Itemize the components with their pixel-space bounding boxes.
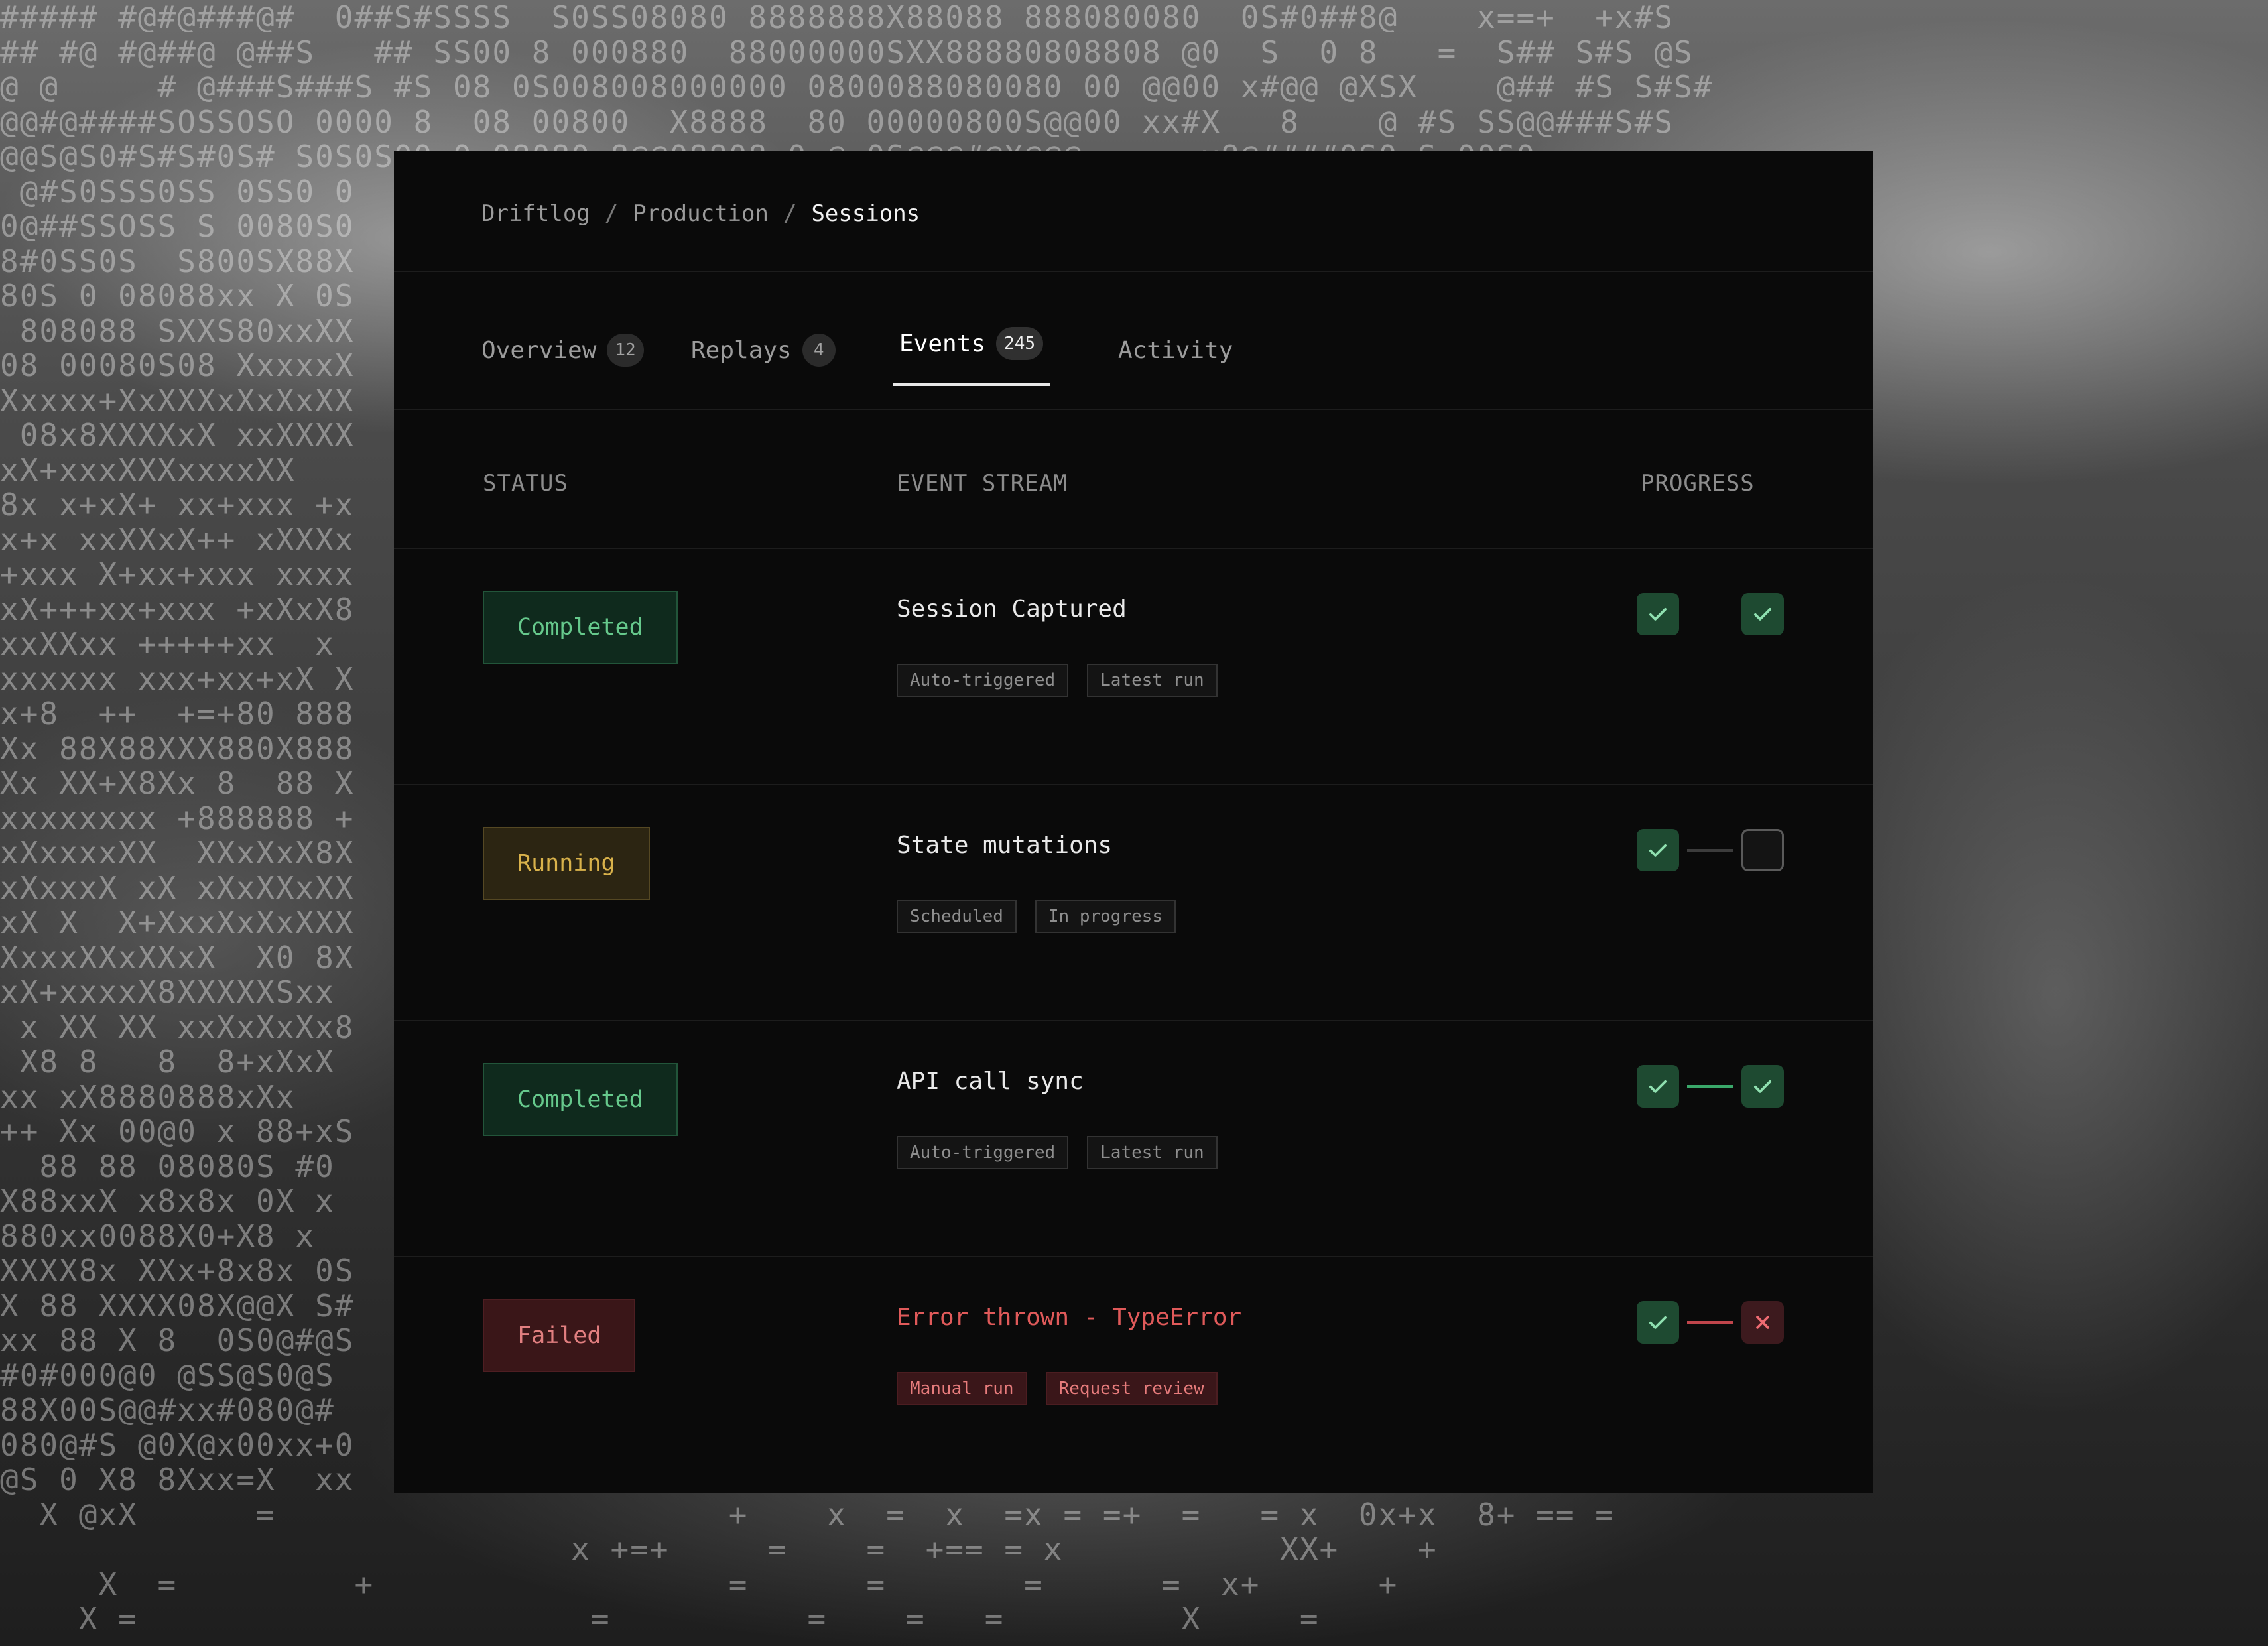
event-tags: Auto-triggered Latest run — [897, 1136, 1218, 1169]
ascii-art-line: ##### #@#@###@# 0##S#SSSS S0SS08080 8888… — [0, 0, 1674, 35]
event-tag: Auto-triggered — [897, 664, 1069, 697]
tab-label: Overview — [481, 336, 597, 364]
status-badge: Completed — [483, 1063, 678, 1136]
status-badge: Failed — [483, 1299, 636, 1372]
tab-overview[interactable]: Overview 12 — [481, 310, 644, 390]
ascii-art-line: @@#@####SOSSOSO 0000 8 08 00800 X8888 80… — [0, 103, 1674, 140]
check-icon — [1637, 1301, 1679, 1344]
breadcrumb-separator: / — [783, 200, 797, 227]
event-title: API call sync — [897, 1068, 1084, 1095]
event-tags: Auto-triggered Latest run — [897, 664, 1218, 697]
event-tag: Manual run — [897, 1372, 1027, 1405]
check-icon — [1637, 593, 1679, 635]
check-icon — [1637, 829, 1679, 871]
check-icon — [1637, 1065, 1679, 1108]
progress-connector — [1687, 1085, 1733, 1088]
progress-steps — [1637, 829, 1784, 871]
event-title: State mutations — [897, 832, 1113, 859]
event-tags: Manual run Request review — [897, 1372, 1218, 1405]
check-icon — [1741, 593, 1784, 635]
tabs-divider — [394, 409, 1873, 410]
ascii-art-line: x +=+ = = +== = x XX+ + — [0, 1531, 1438, 1567]
sessions-panel: Driftlog / Production / Sessions Overvie… — [394, 151, 1873, 1493]
breadcrumb: Driftlog / Production / Sessions — [481, 194, 920, 233]
header-divider — [394, 271, 1873, 272]
event-tag: In progress — [1035, 900, 1176, 933]
event-tag: Latest run — [1087, 664, 1218, 697]
breadcrumb-item-production[interactable]: Production — [633, 200, 769, 227]
progress-connector — [1687, 849, 1733, 852]
empty-box-icon — [1741, 829, 1784, 871]
column-header-status: STATUS — [483, 470, 568, 497]
breadcrumb-separator: / — [604, 200, 619, 227]
status-badge: Running — [483, 827, 650, 900]
event-tag: Request review — [1045, 1372, 1218, 1405]
progress-steps — [1637, 1065, 1784, 1108]
close-icon — [1741, 1301, 1784, 1344]
progress-connector — [1687, 1321, 1733, 1324]
event-tag: Auto-triggered — [897, 1136, 1069, 1169]
column-header-progress: PROGRESS — [1641, 470, 1755, 497]
active-tab-indicator — [893, 383, 1050, 386]
breadcrumb-item-sessions: Sessions — [811, 200, 920, 227]
tab-label: Events — [899, 330, 986, 357]
event-tag: Latest run — [1087, 1136, 1218, 1169]
event-title: Error thrown - TypeError — [897, 1304, 1242, 1331]
tab-label: Replays — [691, 336, 792, 364]
event-title: Session Captured — [897, 596, 1127, 623]
status-badge: Completed — [483, 591, 678, 664]
ascii-art-line: ## #@ #@##@ @##S ## SS00 8 000880 880000… — [0, 34, 1694, 70]
ascii-art-line: X = + = = = = x+ + — [0, 1566, 1399, 1602]
tab-count-badge: 12 — [607, 334, 644, 367]
ascii-art-line: X = = = = = X = — [0, 1601, 1320, 1637]
table-row[interactable]: Completed Session Captured Auto-triggered L… — [394, 549, 1873, 785]
event-tags: Scheduled In progress — [897, 900, 1176, 933]
tab-replays[interactable]: Replays 4 — [691, 310, 836, 390]
tab-count-badge: 245 — [996, 327, 1044, 360]
progress-steps — [1637, 1301, 1784, 1344]
tab-activity[interactable]: Activity — [1118, 310, 1233, 390]
event-tag: Scheduled — [897, 900, 1017, 933]
table-row[interactable]: Completed API call sync Auto-triggered Late… — [394, 1021, 1873, 1257]
ascii-art-line: @ @ # @###S###S #S 08 0S008008000000 080… — [0, 69, 1714, 105]
table-row[interactable]: Running State mutations Scheduled In progre… — [394, 785, 1873, 1021]
breadcrumb-item-driftlog[interactable]: Driftlog — [481, 200, 590, 227]
tab-count-badge: 4 — [802, 334, 836, 367]
tab-label: Activity — [1118, 336, 1233, 364]
tab-events[interactable]: Events 245 — [893, 304, 1050, 386]
table-row[interactable]: Failed Error thrown - TypeError Manual run… — [394, 1257, 1873, 1493]
check-icon — [1741, 1065, 1784, 1108]
ascii-art-line: X @xX = + x = x =x = =+ = = x 0x+x 8+ ==… — [0, 1496, 1615, 1533]
progress-steps — [1637, 593, 1784, 635]
column-header-event-stream: EVENT STREAM — [897, 470, 1068, 497]
